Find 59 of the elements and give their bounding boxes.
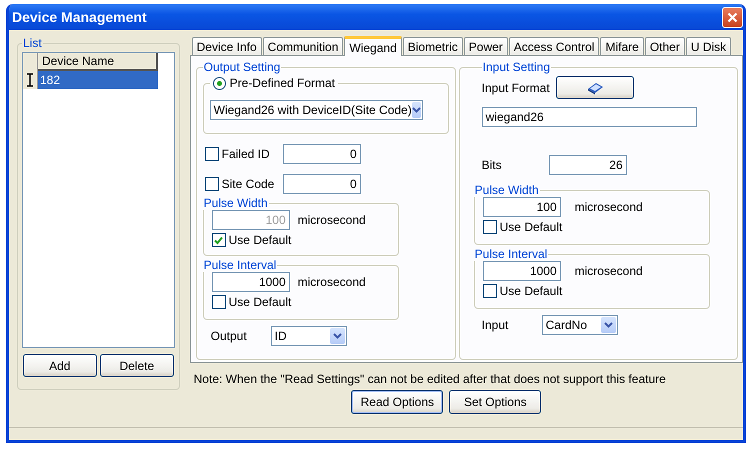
tab[interactable]: Mifare xyxy=(600,37,644,55)
number-field[interactable]: 0 xyxy=(282,174,361,194)
list-button[interactable]: Add xyxy=(22,354,97,377)
device-list[interactable]: Device Name 182 xyxy=(22,52,175,348)
unit-label: microsecond xyxy=(298,213,366,227)
number-field[interactable]: 1000 xyxy=(482,261,561,281)
chevron-down-icon xyxy=(604,322,613,328)
list-button[interactable]: Delete xyxy=(100,354,174,377)
table-cell[interactable]: 182 xyxy=(38,71,158,89)
column-header[interactable]: Device Name xyxy=(38,53,158,71)
input-dropdown[interactable]: CardNo xyxy=(542,315,618,335)
checkbox[interactable]: Use Default xyxy=(482,283,703,299)
tab[interactable]: Device Info xyxy=(192,37,262,55)
format-dropdown[interactable]: Wiegand26 with DeviceID(Site Code) xyxy=(210,100,423,120)
number-field[interactable]: 26 xyxy=(548,155,627,175)
unit-label: microsecond xyxy=(298,275,366,289)
output-dropdown[interactable]: ID xyxy=(270,326,347,346)
text-field[interactable]: wiegand26 xyxy=(482,107,697,127)
radio-button[interactable]: Pre-Defined Format xyxy=(212,76,336,90)
tab[interactable]: Power xyxy=(464,37,508,55)
chevron-down-icon xyxy=(412,107,421,113)
chevron-down-icon xyxy=(332,333,342,339)
tab[interactable]: Access Control xyxy=(508,37,600,55)
group-title: Pulse Width xyxy=(474,183,540,197)
action-button[interactable]: Set Options xyxy=(449,390,542,414)
tab[interactable]: Biometric xyxy=(402,37,463,55)
number-field[interactable]: 0 xyxy=(282,144,361,164)
check-icon xyxy=(213,234,224,246)
tab[interactable]: Wiegand xyxy=(344,36,402,56)
tab[interactable]: Communition xyxy=(262,37,344,55)
group-title: Pulse Width xyxy=(202,196,269,210)
checkbox[interactable]: Use Default xyxy=(212,294,392,310)
group-title: Pulse Interval xyxy=(474,247,548,261)
unit-label: microsecond xyxy=(574,264,643,278)
book-icon xyxy=(586,80,604,94)
field-label: Input xyxy=(482,318,510,332)
tab[interactable]: U Disk xyxy=(686,37,732,55)
action-button[interactable]: Read Options xyxy=(351,390,444,414)
input-format-button[interactable] xyxy=(556,76,634,99)
group-title: Pulse Interval xyxy=(202,258,278,272)
unit-label: microsecond xyxy=(574,200,643,214)
group-title: Output Setting xyxy=(202,60,282,74)
text-cursor-icon xyxy=(26,73,34,87)
field-label: Input Format xyxy=(482,80,550,94)
tab[interactable]: Other xyxy=(644,37,685,55)
close-icon xyxy=(727,12,738,22)
number-field[interactable]: 1000 xyxy=(212,272,290,292)
checkbox[interactable]: Use Default xyxy=(482,219,703,235)
close-button[interactable] xyxy=(722,6,743,28)
group-title: List xyxy=(22,36,43,50)
field-label: Bits xyxy=(482,158,503,172)
checkbox[interactable]: Site Code xyxy=(204,176,283,192)
group-title: Input Setting xyxy=(482,60,552,74)
window-title: Device Management xyxy=(11,9,147,25)
checkbox[interactable]: Failed ID xyxy=(204,146,283,162)
note-text: Note: When the "Read Settings" can not be edited after that does not support this feature xyxy=(194,372,667,386)
field-label: Output xyxy=(210,329,248,343)
row-header xyxy=(23,53,38,71)
number-field[interactable]: 100 xyxy=(482,197,561,217)
